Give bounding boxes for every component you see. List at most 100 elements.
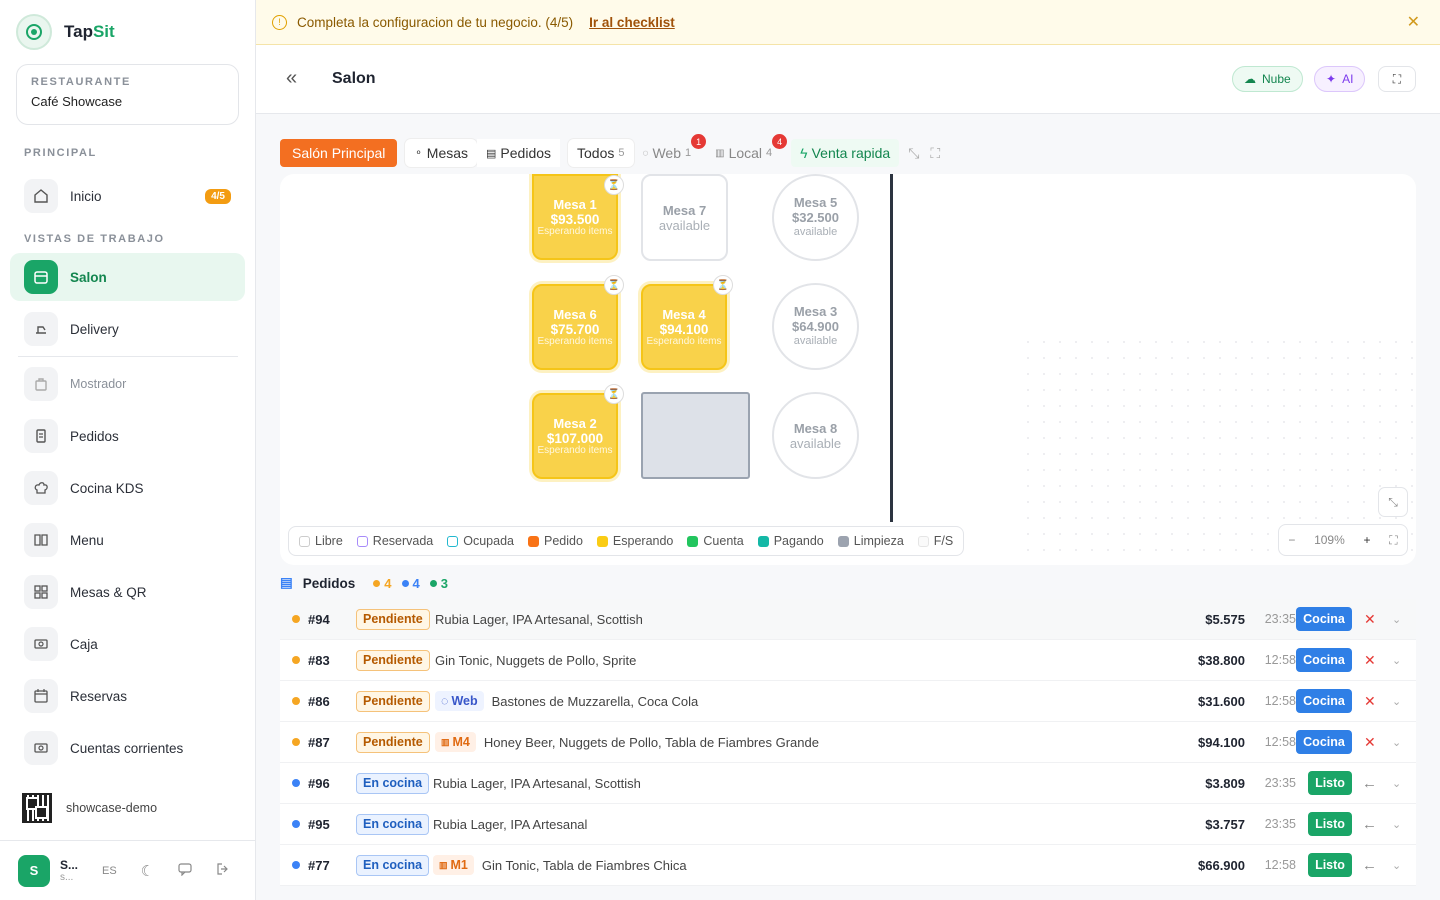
chevron-down-icon[interactable]: ⌄ xyxy=(1392,818,1401,831)
sidebar-item-reservas[interactable]: Reservas xyxy=(10,672,245,720)
order-row[interactable]: #86 Pendiente ◌ Web Bastones de Muzzarella… xyxy=(280,681,1416,722)
chevron-down-icon[interactable]: ⌄ xyxy=(1392,777,1401,790)
table-mesa-5[interactable]: Mesa 5 $32.500 available xyxy=(772,174,859,261)
table-mesa-4[interactable]: ⏳ Mesa 4 $94.100 Esperando items xyxy=(641,275,733,370)
tab-pedidos[interactable]: ▤ Pedidos xyxy=(477,139,561,167)
table-amount: $75.700 xyxy=(550,322,600,337)
checklist-link[interactable]: Ir al checklist xyxy=(589,15,675,30)
quick-sale-button[interactable]: ϟ Venta rapida xyxy=(791,139,900,167)
status-dot xyxy=(292,861,300,869)
order-number: #87 xyxy=(308,734,330,750)
status-badge: Pendiente xyxy=(356,731,430,753)
expand-icon[interactable]: ⛶ xyxy=(1389,533,1397,548)
table-mesa-7[interactable]: Mesa 7 available xyxy=(641,174,728,261)
sidebar-item-mostrador[interactable]: Mostrador xyxy=(10,360,245,408)
sidebar-item-caja[interactable]: Caja xyxy=(10,620,245,668)
filter-label: Todos xyxy=(577,145,615,161)
order-time: 12:58 xyxy=(1264,858,1296,872)
sidebar-item-label: Salon xyxy=(70,269,107,285)
avatar[interactable]: S xyxy=(18,854,50,887)
sidebar-item-cuentas[interactable]: Cuentas corrientes xyxy=(10,724,245,772)
chevron-down-icon[interactable]: ⌄ xyxy=(1392,736,1401,749)
mark-ready-button[interactable]: Listo xyxy=(1308,812,1352,836)
cancel-icon[interactable]: ✕ xyxy=(1364,611,1376,628)
fit-view-icon[interactable]: ⤡ xyxy=(1378,487,1408,517)
order-row[interactable]: #96 En cocina Rubia Lager, IPA Artesanal… xyxy=(280,763,1416,804)
table-mesa-6[interactable]: ⏳ Mesa 6 $75.700 Esperando items xyxy=(532,275,624,370)
filter-local[interactable]: ▥ Local 4 4 xyxy=(706,134,788,167)
sidebar-item-delivery[interactable]: Delivery xyxy=(10,305,245,353)
sidebar-item-menu[interactable]: Menu xyxy=(10,516,245,564)
table-mesa-2[interactable]: ⏳ Mesa 2 $107.000 Esperando items xyxy=(532,384,624,479)
status-dot xyxy=(292,615,300,623)
quick-sale-label: Venta rapida xyxy=(811,145,891,161)
sidebar-item-cocina[interactable]: Cocina KDS xyxy=(10,464,245,512)
cancel-icon[interactable]: ✕ xyxy=(1364,693,1376,710)
send-to-kitchen-button[interactable]: Cocina xyxy=(1296,730,1352,754)
tab-label: Pedidos xyxy=(500,145,552,161)
table-mesa-3[interactable]: Mesa 3 $64.900 available xyxy=(772,283,859,370)
zoom-in-button[interactable]: + xyxy=(1363,533,1370,547)
moon-icon[interactable]: ☾ xyxy=(141,862,154,880)
filter-todos[interactable]: Todos 5 xyxy=(568,139,634,167)
floor-plan-canvas[interactable]: ⏳ Mesa 1 $93.500 Esperando items Mesa 7 … xyxy=(280,174,1416,565)
cloud-icon: ☁ xyxy=(1244,72,1256,86)
chevron-down-icon[interactable]: ⌄ xyxy=(1392,613,1401,626)
cancel-icon[interactable]: ✕ xyxy=(1364,652,1376,669)
user-email: s... xyxy=(60,872,74,883)
order-row[interactable]: #87 Pendiente ▥ M4 Honey Beer, Nuggets de … xyxy=(280,722,1416,763)
table-mesa-8[interactable]: Mesa 8 available xyxy=(772,392,859,479)
sidebar-item-salon[interactable]: Salon xyxy=(10,253,245,301)
ai-button[interactable]: ✦ AI xyxy=(1314,66,1366,92)
order-amount: $5.575 xyxy=(1205,611,1245,627)
send-to-kitchen-button[interactable]: Cocina xyxy=(1296,607,1352,631)
order-row[interactable]: #83 Pendiente Gin Tonic, Nuggets de Poll… xyxy=(280,640,1416,681)
mark-ready-button[interactable]: Listo xyxy=(1308,853,1352,877)
cancel-icon[interactable]: ✕ xyxy=(1364,734,1376,751)
obstacle-block[interactable] xyxy=(641,392,750,479)
qr-link[interactable]: showcase-demo xyxy=(22,793,157,823)
chevron-down-icon[interactable]: ⌄ xyxy=(1392,695,1401,708)
logout-icon[interactable] xyxy=(216,862,230,879)
collapse-icon[interactable]: ⤡ xyxy=(899,139,928,167)
user-info[interactable]: S... s... xyxy=(60,858,78,883)
mark-ready-button[interactable]: Listo xyxy=(1308,771,1352,795)
chef-hat-icon xyxy=(24,471,58,505)
expand-icon[interactable]: ⛶ xyxy=(928,139,949,167)
send-to-kitchen-button[interactable]: Cocina xyxy=(1296,689,1352,713)
restaurant-selector[interactable]: RESTAURANTE Café Showcase xyxy=(16,64,239,125)
close-icon[interactable]: ✕ xyxy=(1407,12,1420,32)
arrow-left-icon[interactable]: ← xyxy=(1362,816,1377,833)
order-row[interactable]: #95 En cocina Rubia Lager, IPA Artesanal… xyxy=(280,804,1416,845)
sidebar-item-inicio[interactable]: Inicio 4/5 xyxy=(10,172,245,220)
legend-item: F/S xyxy=(917,534,953,548)
collapse-sidebar-button[interactable]: « xyxy=(286,67,297,90)
filter-count: 4 xyxy=(766,147,773,159)
chevron-down-icon[interactable]: ⌄ xyxy=(1392,859,1401,872)
filter-web[interactable]: ◌ Web 1 1 xyxy=(634,134,707,167)
language-button[interactable]: ES xyxy=(102,865,117,877)
chevron-down-icon[interactable]: ⌄ xyxy=(1392,654,1401,667)
qr-code-icon xyxy=(22,793,52,823)
chat-icon[interactable] xyxy=(178,862,192,879)
sidebar-item-pedidos[interactable]: Pedidos xyxy=(10,412,245,460)
arrow-left-icon[interactable]: ← xyxy=(1362,857,1377,874)
order-amount: $3.809 xyxy=(1205,775,1245,791)
legend-item: Esperando xyxy=(596,534,673,548)
brand[interactable]: TapSit xyxy=(16,14,115,50)
tab-mesas[interactable]: ⚬ Mesas xyxy=(405,139,478,167)
receipt-icon: ▤ xyxy=(486,147,497,160)
room-selector[interactable]: Salón Principal xyxy=(280,139,398,167)
order-row[interactable]: #94 Pendiente Rubia Lager, IPA Artesanal… xyxy=(280,599,1416,640)
order-row[interactable]: #77 En cocina ▥ M1 Gin Tonic, Tabla de Fia… xyxy=(280,845,1416,886)
sidebar-item-mesas-qr[interactable]: Mesas & QR xyxy=(10,568,245,616)
zoom-out-button[interactable]: − xyxy=(1288,533,1295,547)
send-to-kitchen-button[interactable]: Cocina xyxy=(1296,648,1352,672)
sidebar-item-label: Caja xyxy=(70,636,98,652)
status-legend: Libre Reservada Ocupada Pedido Esperando… xyxy=(288,526,965,556)
cloud-button[interactable]: ☁ Nube xyxy=(1232,66,1303,92)
fullscreen-icon[interactable]: ⛶ xyxy=(1378,66,1416,92)
arrow-left-icon[interactable]: ← xyxy=(1362,775,1377,792)
sidebar: TapSit RESTAURANTE Café Showcase PRINCIP… xyxy=(0,0,256,900)
table-mesa-1[interactable]: ⏳ Mesa 1 $93.500 Esperando items xyxy=(532,174,624,260)
